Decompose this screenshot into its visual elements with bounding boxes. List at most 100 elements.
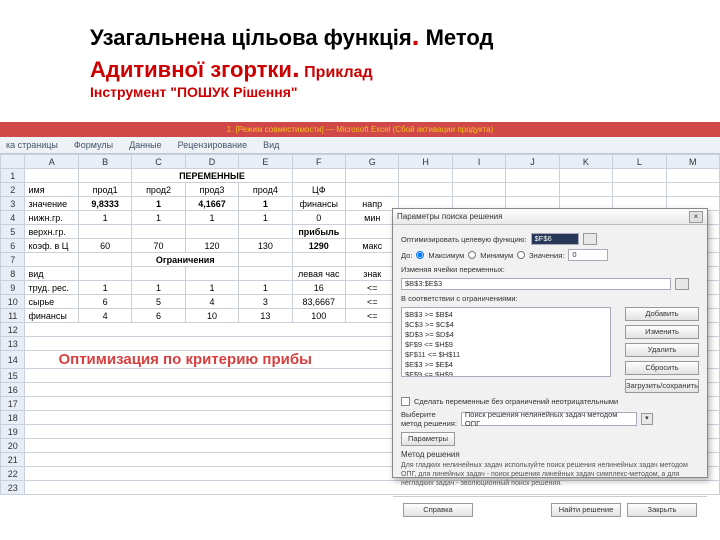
cell[interactable]: сырье [25, 295, 78, 309]
col-header[interactable]: J [506, 155, 559, 169]
cell[interactable]: 10 [185, 309, 238, 323]
load-save-button[interactable]: Загрузить/сохранить [625, 379, 699, 393]
row-header[interactable]: 6 [1, 239, 25, 253]
reset-button[interactable]: Сбросить [625, 361, 699, 375]
cell[interactable]: Ограничения [132, 253, 239, 267]
cell[interactable]: макс [346, 239, 399, 253]
radio-max[interactable] [416, 251, 424, 259]
cell[interactable]: 83,6667 [292, 295, 345, 309]
close-button[interactable]: Закрыть [627, 503, 697, 517]
row-header[interactable]: 11 [1, 309, 25, 323]
cell[interactable]: 1 [185, 281, 238, 295]
row-header[interactable]: 15 [1, 369, 25, 383]
row-header[interactable]: 18 [1, 411, 25, 425]
row-header[interactable]: 14 [1, 351, 25, 369]
cell[interactable]: вид [25, 267, 78, 281]
cell[interactable]: 4,1667 [185, 197, 238, 211]
changing-cells-input[interactable]: $B$3:$E$3 [401, 278, 671, 290]
cell[interactable]: 3 [239, 295, 292, 309]
constraint-item[interactable]: $C$3 >= $C$4 [405, 320, 607, 330]
cell[interactable]: 5 [132, 295, 185, 309]
cell[interactable]: финансы [292, 197, 345, 211]
row-header[interactable]: 21 [1, 453, 25, 467]
cell[interactable]: <= [346, 309, 399, 323]
cell[interactable]: прод1 [78, 183, 131, 197]
cell[interactable]: 4 [185, 295, 238, 309]
cell[interactable]: 6 [132, 309, 185, 323]
row-header[interactable]: 7 [1, 253, 25, 267]
cell[interactable]: 1 [239, 197, 292, 211]
constraint-item[interactable]: $F$9 <= $H$9 [405, 370, 607, 377]
row-header[interactable]: 3 [1, 197, 25, 211]
row-header[interactable]: 2 [1, 183, 25, 197]
cell[interactable]: <= [346, 281, 399, 295]
cell[interactable]: 16 [292, 281, 345, 295]
col-header[interactable]: G [346, 155, 399, 169]
row-header[interactable]: 8 [1, 267, 25, 281]
solve-button[interactable]: Найти решение [551, 503, 621, 517]
cell[interactable]: ЦФ [292, 183, 345, 197]
row-header[interactable]: 10 [1, 295, 25, 309]
cell[interactable]: напр [346, 197, 399, 211]
constraint-item[interactable]: $F$9 <= $H$9 [405, 340, 607, 350]
close-icon[interactable]: × [689, 211, 703, 223]
delete-button[interactable]: Удалить [625, 343, 699, 357]
cell[interactable]: нижн.гр. [25, 211, 78, 225]
target-cell-input[interactable]: $F$6 [531, 233, 579, 245]
col-header[interactable]: H [399, 155, 452, 169]
row-header[interactable]: 13 [1, 337, 25, 351]
range-picker-icon[interactable] [675, 278, 689, 290]
col-header[interactable]: I [452, 155, 505, 169]
col-header[interactable]: A [25, 155, 78, 169]
row-header[interactable]: 4 [1, 211, 25, 225]
radio-value[interactable] [517, 251, 525, 259]
cell[interactable]: коэф. в Ц [25, 239, 78, 253]
radio-min[interactable] [468, 251, 476, 259]
cell[interactable]: 4 [78, 309, 131, 323]
cell[interactable]: прод2 [132, 183, 185, 197]
cell[interactable]: 1 [185, 211, 238, 225]
row-header[interactable]: 16 [1, 383, 25, 397]
cell[interactable]: 9,8333 [78, 197, 131, 211]
cell[interactable]: прибыль [292, 225, 345, 239]
cell[interactable]: имя [25, 183, 78, 197]
dialog-titlebar[interactable]: Параметры поиска решения × [393, 209, 707, 225]
corner-cell[interactable] [1, 155, 25, 169]
row-header[interactable]: 1 [1, 169, 25, 183]
cell[interactable]: финансы [25, 309, 78, 323]
row-header[interactable]: 19 [1, 425, 25, 439]
ribbon-tab[interactable]: Вид [263, 140, 279, 150]
row-header[interactable]: 17 [1, 397, 25, 411]
ribbon-tab[interactable]: Формулы [74, 140, 113, 150]
ribbon-tab[interactable]: Данные [129, 140, 162, 150]
row-header[interactable]: 23 [1, 481, 25, 495]
cell[interactable]: 6 [78, 295, 131, 309]
cell[interactable]: 130 [239, 239, 292, 253]
cell[interactable]: 120 [185, 239, 238, 253]
cell[interactable]: мин [346, 211, 399, 225]
row-header[interactable]: 20 [1, 439, 25, 453]
col-header[interactable]: M [666, 155, 719, 169]
value-input[interactable]: 0 [568, 249, 608, 261]
row-header[interactable]: 9 [1, 281, 25, 295]
cell[interactable]: 60 [78, 239, 131, 253]
constraints-list[interactable]: $B$3 >= $B$4 $C$3 >= $C$4 $D$3 >= $D$4 $… [401, 307, 611, 377]
row-header[interactable]: 22 [1, 467, 25, 481]
add-button[interactable]: Добавить [625, 307, 699, 321]
method-select[interactable]: Поиск решения нелинейных задач методом О… [461, 412, 637, 426]
cell[interactable]: 0 [292, 211, 345, 225]
constraint-item[interactable]: $F$11 <= $H$11 [405, 350, 607, 360]
nonneg-checkbox[interactable] [401, 397, 410, 406]
row-header[interactable]: 5 [1, 225, 25, 239]
row-header[interactable]: 12 [1, 323, 25, 337]
help-button[interactable]: Справка [403, 503, 473, 517]
cell[interactable]: 1 [132, 197, 185, 211]
cell[interactable]: 1 [239, 281, 292, 295]
cell[interactable]: <= [346, 295, 399, 309]
cell[interactable]: левая час [292, 267, 345, 281]
cell[interactable]: 1 [132, 211, 185, 225]
range-picker-icon[interactable] [583, 233, 597, 245]
cell[interactable]: ПЕРЕМЕННЫЕ [132, 169, 292, 183]
params-button[interactable]: Параметры [401, 432, 455, 446]
col-header[interactable]: L [613, 155, 666, 169]
